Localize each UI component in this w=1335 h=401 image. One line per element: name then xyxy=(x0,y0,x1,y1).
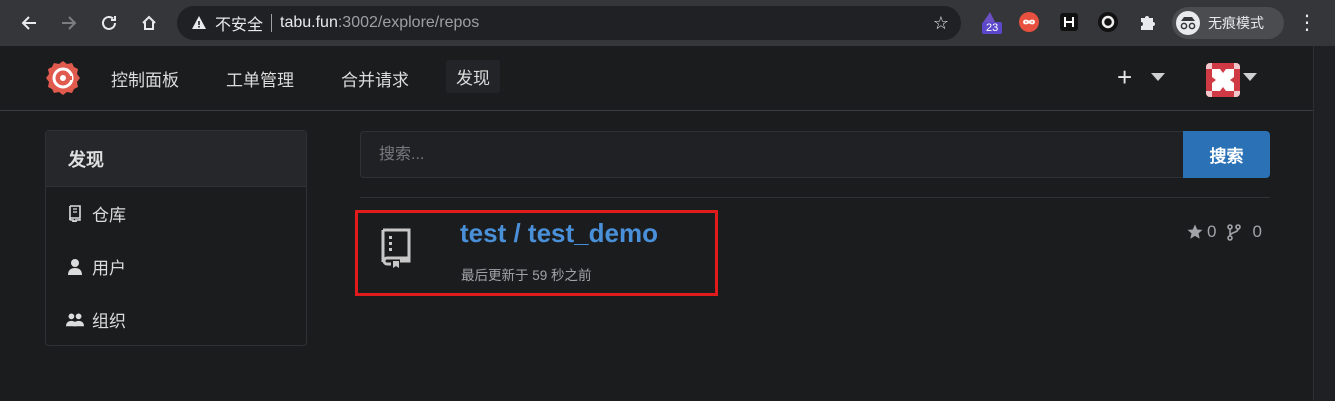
content-divider xyxy=(360,197,1270,198)
extension-wizard-icon[interactable]: 23 xyxy=(978,10,1002,34)
sidebar-item-label: 仓库 xyxy=(92,206,126,225)
address-separator xyxy=(271,14,273,32)
bookmark-star-icon[interactable]: ☆ xyxy=(933,13,949,34)
browser-toolbar: 不安全 tabu.fun :3002/explore/repos ☆ 23 无痕… xyxy=(0,0,1335,46)
back-arrow-icon[interactable] xyxy=(14,8,44,38)
forward-arrow-icon[interactable] xyxy=(54,8,84,38)
nav-issues[interactable]: 工单管理 xyxy=(226,66,294,91)
warning-icon[interactable] xyxy=(191,15,207,31)
create-dropdown-chevron-icon[interactable] xyxy=(1151,73,1165,81)
repo-star-count[interactable]: 0 xyxy=(1207,222,1216,242)
sidebar-item-organizations[interactable]: 组织 xyxy=(46,293,306,346)
create-new-button[interactable]: + xyxy=(1117,63,1132,91)
app-header: 控制面板 工单管理 合并请求 发现 + xyxy=(0,46,1313,111)
sidebar-title: 发现 xyxy=(46,131,306,187)
page-scrollbar[interactable] xyxy=(1313,46,1335,401)
nav-explore[interactable]: 发现 xyxy=(446,60,500,93)
sidebar-item-repositories[interactable]: 仓库 xyxy=(46,187,306,240)
nav-dashboard[interactable]: 控制面板 xyxy=(111,66,179,91)
incognito-icon xyxy=(1176,11,1200,35)
browser-menu-icon[interactable]: ⋮ xyxy=(1297,10,1317,35)
url-path: :3002/explore/repos xyxy=(337,14,480,31)
star-icon[interactable] xyxy=(1187,224,1203,240)
sidebar-item-label: 组织 xyxy=(92,312,126,331)
reload-icon[interactable] xyxy=(94,8,124,38)
search-input[interactable] xyxy=(360,131,1184,178)
address-bar[interactable]: 不安全 tabu.fun :3002/explore/repos ☆ xyxy=(177,6,961,40)
extensions-puzzle-icon[interactable] xyxy=(1136,10,1160,34)
person-icon xyxy=(66,258,84,276)
url-host: tabu.fun xyxy=(280,14,338,31)
insecure-label: 不安全 xyxy=(215,17,264,34)
extension-circle-icon[interactable] xyxy=(1096,10,1120,34)
search-button[interactable]: 搜索 xyxy=(1183,131,1270,178)
home-icon[interactable] xyxy=(134,8,164,38)
extension-infinity-icon[interactable] xyxy=(1017,10,1041,34)
repo-stats: 0 0 xyxy=(1187,222,1262,242)
organization-icon xyxy=(66,311,84,329)
extension-badge: 23 xyxy=(986,22,999,34)
user-menu-chevron-icon[interactable] xyxy=(1243,73,1257,81)
user-avatar[interactable] xyxy=(1206,63,1240,97)
highlight-box xyxy=(355,210,718,296)
extension-h-icon[interactable] xyxy=(1057,10,1081,34)
sidebar-item-label: 用户 xyxy=(92,259,126,278)
explore-sidebar: 发现 仓库 用户 组织 xyxy=(45,130,307,346)
incognito-label: 无痕模式 xyxy=(1208,15,1264,31)
nav-pull-requests[interactable]: 合并请求 xyxy=(341,66,409,91)
gitea-logo-icon[interactable] xyxy=(44,59,82,97)
repo-icon xyxy=(66,205,84,223)
fork-icon[interactable] xyxy=(1226,223,1242,241)
sidebar-item-users[interactable]: 用户 xyxy=(46,240,306,293)
repo-fork-count[interactable]: 0 xyxy=(1252,222,1261,242)
incognito-indicator[interactable]: 无痕模式 xyxy=(1172,7,1284,39)
